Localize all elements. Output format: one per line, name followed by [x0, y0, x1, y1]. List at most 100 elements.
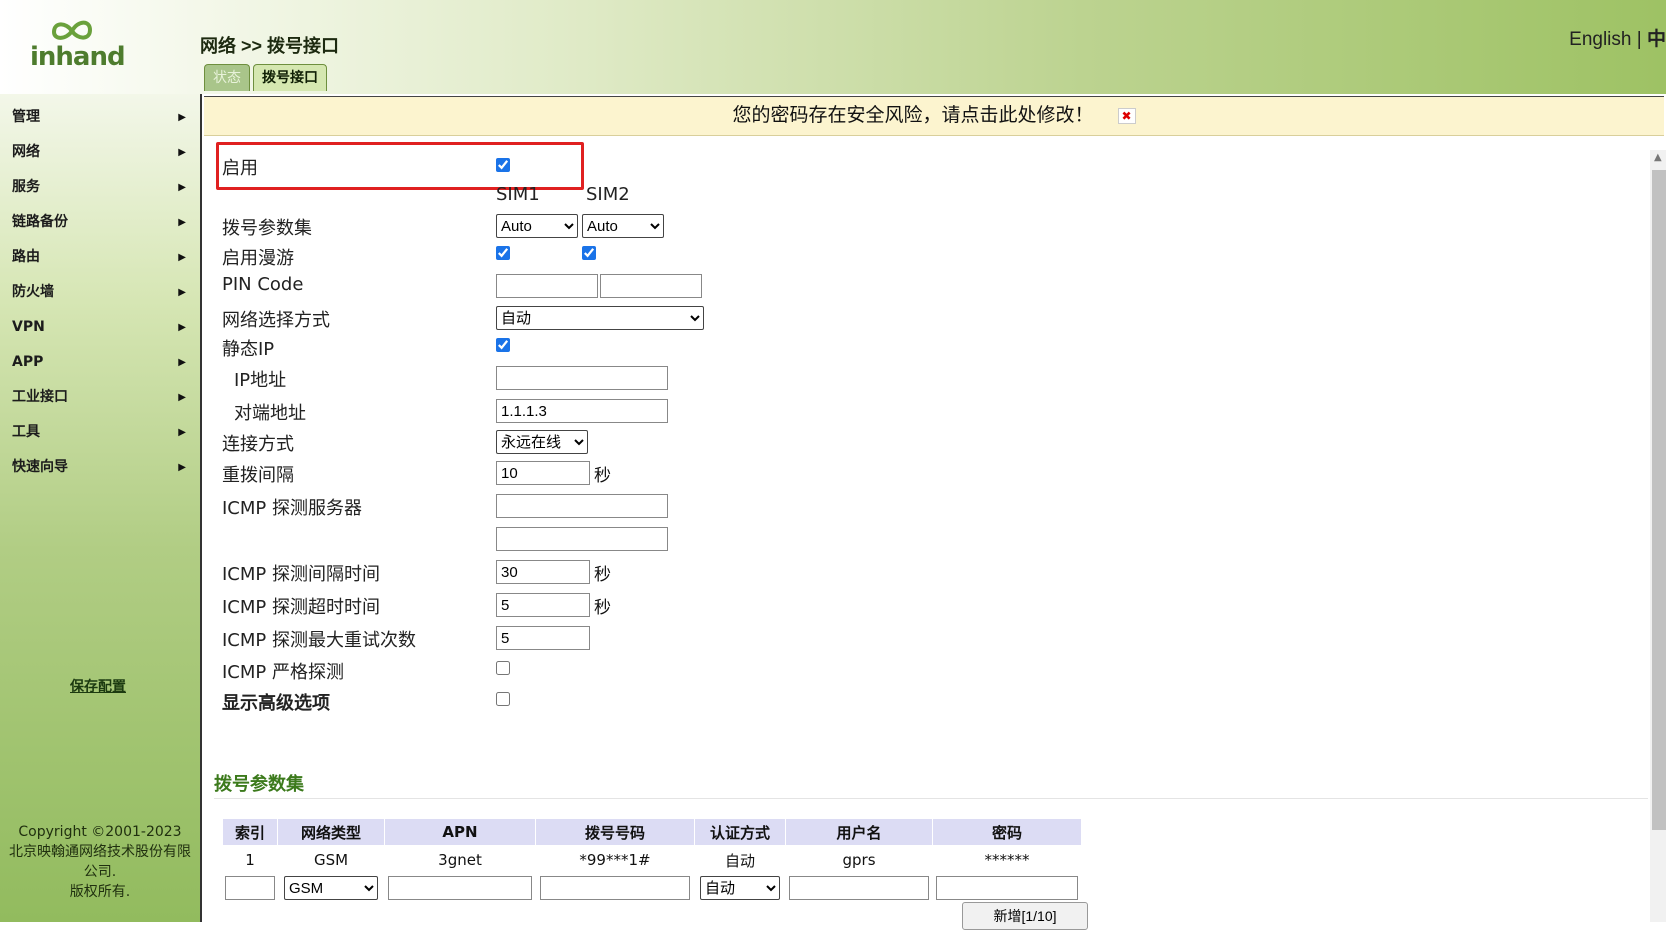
sidebar-item-label: 路由	[12, 249, 40, 265]
triangle-right-icon: ▶	[178, 392, 186, 403]
lang-english-link[interactable]: English	[1569, 29, 1631, 50]
sidebar-item-routing[interactable]: 路由 ▶	[0, 240, 200, 275]
icmp-retries-input[interactable]	[496, 626, 590, 650]
triangle-right-icon: ▶	[178, 287, 186, 298]
sidebar-item-services[interactable]: 服务 ▶	[0, 170, 200, 205]
redial-interval-unit: 秒	[594, 466, 611, 486]
tab-status[interactable]: 状态	[204, 64, 250, 91]
lang-separator: |	[1636, 29, 1642, 50]
copyright: Copyright ©2001-2023 北京映翰通网络技术股份有限 公司. 版…	[0, 822, 200, 902]
sidebar-item-firewall[interactable]: 防火墙 ▶	[0, 275, 200, 310]
sim2-roaming-checkbox[interactable]	[582, 246, 596, 260]
network-select-dropdown[interactable]: 自动	[496, 306, 704, 330]
sidebar-item-link-backup[interactable]: 链路备份 ▶	[0, 205, 200, 240]
sidebar-item-industrial-interface[interactable]: 工业接口 ▶	[0, 380, 200, 415]
sidebar-item-label: 服务	[12, 179, 40, 195]
logo-mark-icon	[51, 20, 93, 40]
sidebar-item-network[interactable]: 网络 ▶	[0, 135, 200, 170]
triangle-right-icon: ▶	[178, 147, 186, 158]
copyright-line: 版权所有.	[69, 884, 131, 900]
sidebar-item-label: VPN	[12, 319, 45, 335]
table-cell: gprs	[842, 851, 876, 869]
column-header: 认证方式	[694, 818, 786, 846]
icmp-timeout-input[interactable]	[496, 593, 590, 617]
save-config-link[interactable]: 保存配置	[70, 676, 126, 696]
new-password-input[interactable]	[936, 876, 1078, 900]
new-dial-number-input[interactable]	[540, 876, 690, 900]
column-header: 索引	[222, 818, 278, 846]
table-cell: 自动	[724, 851, 755, 870]
sim2-dial-profile-select[interactable]: Auto	[582, 214, 664, 238]
password-warning-banner[interactable]: 您的密码存在安全风险，请点击此处修改！ ✖	[204, 96, 1664, 136]
copyright-line: 北京映翰通网络技术股份有限	[9, 844, 191, 860]
ip-address-input[interactable]	[496, 366, 668, 390]
enable-checkbox[interactable]	[496, 158, 510, 172]
new-apn-input[interactable]	[388, 876, 532, 900]
sidebar-item-app[interactable]: APP ▶	[0, 345, 200, 380]
warning-text[interactable]: 您的密码存在安全风险，请点击此处修改！	[732, 104, 1093, 126]
table-row[interactable]: 1 GSM 3gnet *99***1# 自动 gprs ******	[223, 846, 1082, 875]
new-index-input[interactable]	[225, 876, 275, 900]
icmp-retries-label: ICMP 探测最大重试次数	[222, 630, 416, 651]
triangle-right-icon: ▶	[178, 217, 186, 228]
scrollbar-thumb[interactable]	[1652, 170, 1666, 830]
main-content: 您的密码存在安全风险，请点击此处修改！ ✖ ▲ 启用 SIM1 SIM2 拨号参…	[200, 94, 1666, 930]
sim1-pin-input[interactable]	[496, 274, 598, 298]
tab-dial-interface[interactable]: 拨号接口	[253, 64, 327, 91]
column-header: 网络类型	[277, 818, 385, 846]
vertical-scrollbar[interactable]: ▲	[1650, 150, 1666, 922]
icmp-server-input-1[interactable]	[496, 494, 668, 518]
table-cell: GSM	[313, 851, 349, 869]
new-network-type-select[interactable]: GSM	[284, 876, 378, 900]
sim2-pin-input[interactable]	[600, 274, 702, 298]
redial-interval-input[interactable]	[496, 461, 590, 485]
icmp-server-label: ICMP 探测服务器	[222, 498, 362, 519]
triangle-right-icon: ▶	[178, 112, 186, 123]
dial-profile-label: 拨号参数集	[222, 218, 312, 239]
triangle-right-icon: ▶	[178, 252, 186, 263]
close-icon[interactable]: ✖	[1117, 107, 1136, 124]
roaming-label: 启用漫游	[222, 248, 294, 269]
logo-text: inhand	[30, 42, 126, 72]
icmp-strict-label: ICMP 严格探测	[222, 662, 344, 683]
icmp-strict-checkbox[interactable]	[496, 661, 510, 675]
lang-chinese-link[interactable]: 中	[1647, 29, 1666, 50]
new-username-input[interactable]	[789, 876, 929, 900]
new-auth-select[interactable]: 自动	[700, 876, 780, 900]
triangle-right-icon: ▶	[178, 322, 186, 333]
triangle-right-icon: ▶	[178, 357, 186, 368]
sim1-dial-profile-select[interactable]: Auto	[496, 214, 578, 238]
peer-address-input[interactable]	[496, 399, 668, 423]
sim1-roaming-checkbox[interactable]	[496, 246, 510, 260]
static-ip-checkbox[interactable]	[496, 338, 510, 352]
column-header: 密码	[932, 818, 1082, 846]
sidebar-item-tools[interactable]: 工具 ▶	[0, 415, 200, 450]
sidebar-item-label: 工具	[12, 424, 40, 440]
table-cell	[223, 874, 278, 902]
connect-mode-label: 连接方式	[222, 434, 294, 455]
copyright-line: 公司.	[83, 864, 117, 880]
table-header-row: 索引 网络类型 APN 拨号号码 认证方式 用户名 密码	[222, 818, 1082, 846]
sidebar-item-label: 防火墙	[12, 284, 54, 300]
sidebar-item-vpn[interactable]: VPN ▶	[0, 310, 200, 345]
table-cell	[786, 874, 933, 902]
new-profile-row: GSM 自动	[223, 874, 1082, 902]
icmp-server-input-2[interactable]	[496, 527, 668, 551]
inhand-logo: inhand	[30, 18, 126, 78]
sidebar-item-admin[interactable]: 管理 ▶	[0, 100, 200, 135]
table-cell: GSM	[278, 874, 385, 902]
icmp-interval-input[interactable]	[496, 560, 590, 584]
sidebar-item-quick-wizard[interactable]: 快速向导 ▶	[0, 450, 200, 485]
icmp-interval-label: ICMP 探测间隔时间	[222, 564, 380, 585]
table-cell	[536, 874, 695, 902]
column-header: 用户名	[785, 818, 933, 846]
icmp-timeout-label: ICMP 探测超时时间	[222, 597, 380, 618]
triangle-right-icon: ▶	[178, 427, 186, 438]
add-profile-button[interactable]: 新增[1/10]	[962, 902, 1088, 930]
connect-mode-select[interactable]: 永远在线	[496, 430, 588, 454]
advanced-options-checkbox[interactable]	[496, 692, 510, 706]
scroll-up-icon[interactable]: ▲	[1654, 152, 1662, 163]
breadcrumb: 网络 >> 拨号接口	[200, 36, 340, 56]
advanced-options-label: 显示高级选项	[222, 693, 330, 714]
sidebar-item-label: APP	[12, 354, 44, 370]
